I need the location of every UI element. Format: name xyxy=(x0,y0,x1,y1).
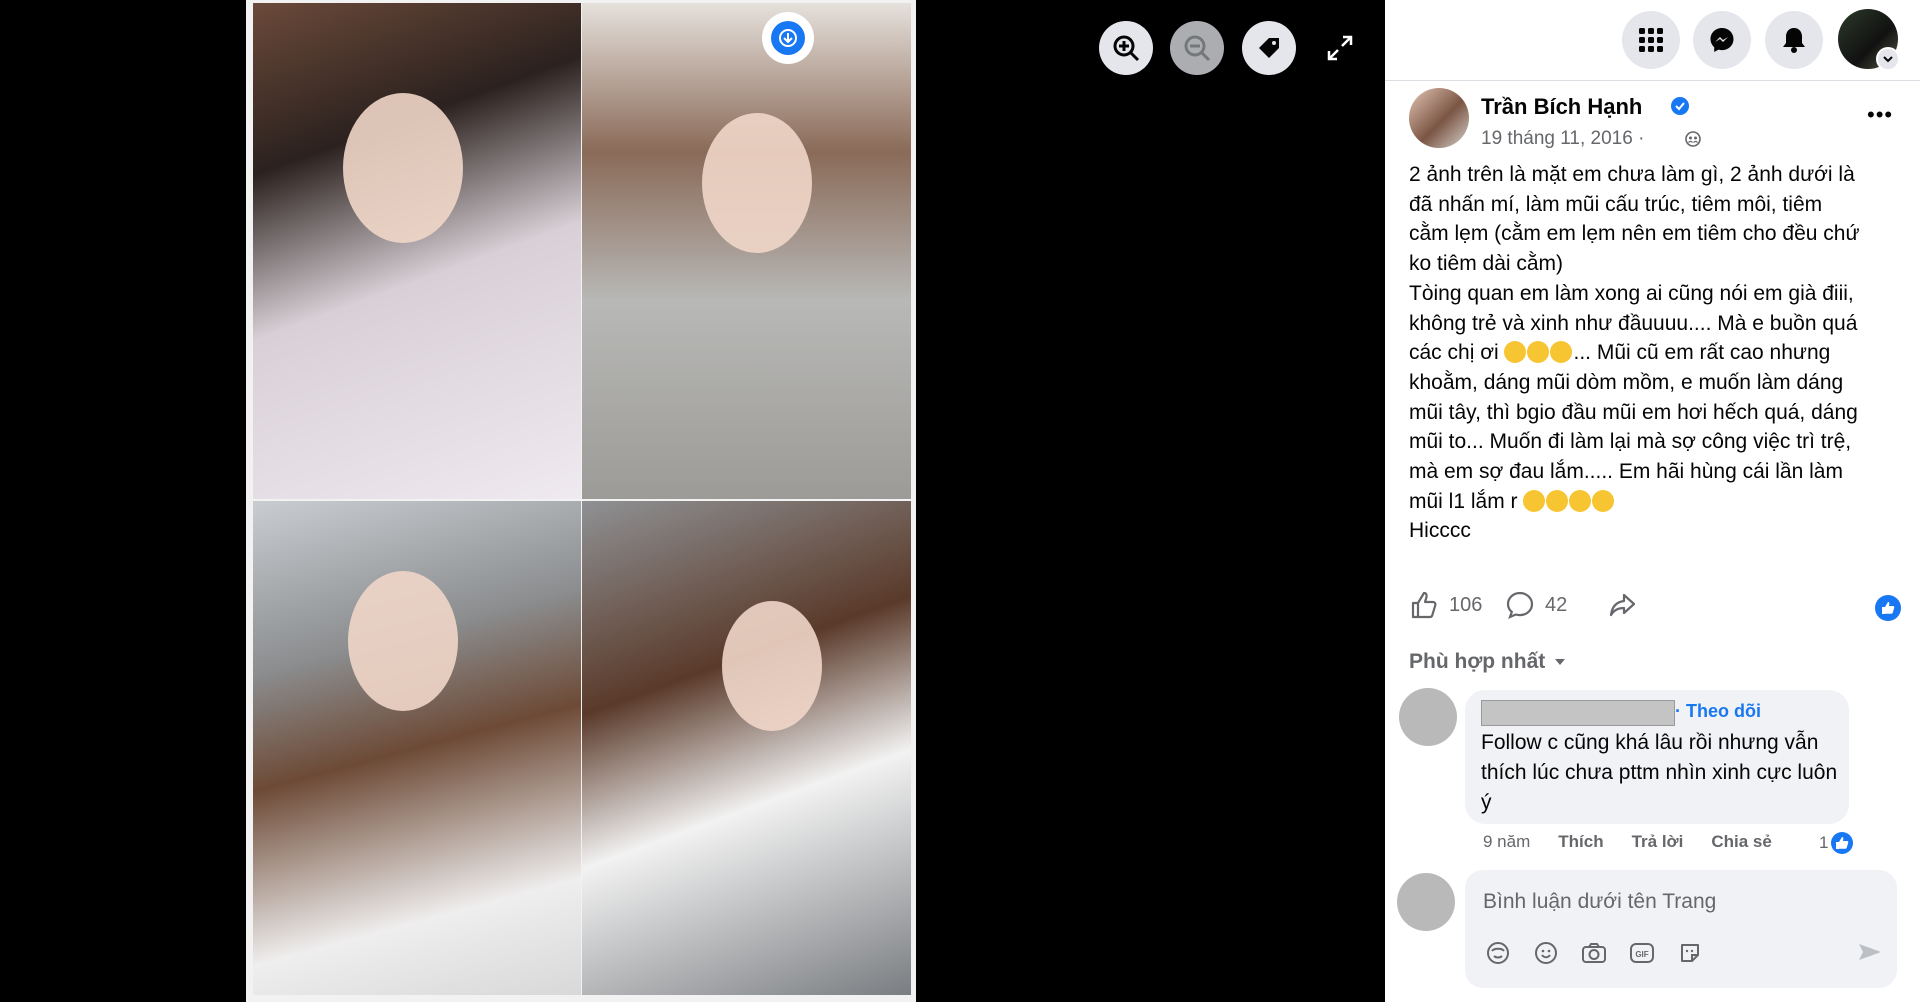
comment-reply-link[interactable]: Trả lời xyxy=(1632,832,1684,852)
post-line: khoằm, dáng mũi dòm mồm, e muốn làm dáng xyxy=(1409,370,1844,394)
post-actions: 106 42 xyxy=(1409,590,1899,630)
author-avatar[interactable] xyxy=(1409,88,1469,148)
comment-bubble: · Theo dõi Follow c cũng khá lâu rồi như… xyxy=(1465,690,1849,824)
comment-reaction-count: 1 xyxy=(1819,833,1829,852)
tag-icon xyxy=(1259,38,1279,58)
download-button[interactable] xyxy=(762,12,814,64)
messenger-button[interactable] xyxy=(1693,11,1751,69)
post-panel: Trần Bích Hạnh 19 tháng 11, 2016 · ••• 2… xyxy=(1385,0,1920,1002)
post-text: 2 ảnh trên là mặt em chưa làm gì, 2 ảnh … xyxy=(1409,160,1899,546)
svg-text:GIF: GIF xyxy=(1635,950,1648,959)
post-header: Trần Bích Hạnh 19 tháng 11, 2016 · ••• xyxy=(1409,88,1909,154)
comment-count: 42 xyxy=(1545,593,1568,616)
like-reaction-icon xyxy=(1831,832,1854,854)
laughing-emoji-icon xyxy=(1527,341,1550,364)
like-button[interactable]: 106 xyxy=(1409,590,1482,620)
camera-icon[interactable] xyxy=(1581,940,1607,966)
download-icon xyxy=(771,21,805,55)
top-bar xyxy=(1385,0,1920,81)
messenger-icon xyxy=(1710,28,1734,52)
comment-reactions[interactable]: 1 xyxy=(1819,831,1854,855)
commenter-avatar[interactable] xyxy=(1399,688,1457,746)
laughing-emoji-icon xyxy=(1550,341,1573,364)
caret-down-icon xyxy=(1555,659,1566,665)
post-line: 2 ảnh trên là mặt em chưa làm gì, 2 ảnh … xyxy=(1409,163,1855,186)
comment-icon xyxy=(1506,591,1534,620)
verified-badge-icon xyxy=(1671,97,1689,115)
like-icon xyxy=(1411,591,1437,619)
post-line: các chị ơi xyxy=(1409,341,1499,365)
comment-button[interactable]: 42 xyxy=(1505,590,1567,620)
menu-button[interactable] xyxy=(1622,11,1680,69)
post-line: đã nhấn mí, làm mũi cấu trúc, tiêm môi, … xyxy=(1409,192,1823,216)
comment-time[interactable]: 9 năm xyxy=(1483,832,1530,852)
zoom-out-icon xyxy=(1184,35,1211,62)
comment-input-box: GIF xyxy=(1465,870,1897,988)
composer-tools: GIF xyxy=(1485,940,1703,966)
author-name[interactable]: Trần Bích Hạnh xyxy=(1481,94,1642,120)
comment-share-link[interactable]: Chia sẻ xyxy=(1711,832,1771,852)
post-line: mũi tây, thì bgio đầu mũi em hơi hếch qu… xyxy=(1409,400,1858,424)
zoom-in-button[interactable] xyxy=(1099,21,1153,75)
post-line: mũi l1 lắm r xyxy=(1409,489,1518,513)
post-line: mà em sợ đau lắm..... Em hãi hùng cái lầ… xyxy=(1409,460,1843,484)
like-count: 106 xyxy=(1449,593,1483,616)
comment-input[interactable] xyxy=(1481,884,1885,920)
post-line: ... Mũi cũ em rất cao nhưng xyxy=(1573,341,1831,365)
gif-icon[interactable]: GIF xyxy=(1629,940,1655,966)
fullscreen-icon xyxy=(1327,35,1353,61)
commenter-name-redacted xyxy=(1481,700,1675,726)
post-line: Tòing quan em làm xong ai cũng nói em gi… xyxy=(1409,281,1854,305)
post-line: không trẻ và xinh như đầuuuu.... Mà e bu… xyxy=(1409,311,1858,335)
crying-emoji-icon xyxy=(1523,489,1546,512)
comment-sort-dropdown[interactable]: Phù hợp nhất xyxy=(1409,650,1567,674)
post-line: mũi to... Muốn đi làm lại mà sợ công việ… xyxy=(1409,430,1852,454)
photo-tile-top-left xyxy=(253,3,581,499)
follow-link[interactable]: · Theo dõi xyxy=(1675,701,1761,722)
post-date[interactable]: 19 tháng 11, 2016 · xyxy=(1481,128,1644,150)
comment-composer: GIF xyxy=(1397,870,1907,998)
sort-label: Phù hợp nhất xyxy=(1409,650,1546,673)
send-icon xyxy=(1859,944,1881,960)
emoji-icon[interactable] xyxy=(1533,940,1559,966)
my-avatar[interactable] xyxy=(1397,873,1455,931)
photo-viewer xyxy=(0,0,1385,1002)
post-line: ko tiêm dài cằm) xyxy=(1409,252,1564,276)
menu-grid-icon xyxy=(1639,28,1663,52)
photo-tile-bottom-right xyxy=(582,501,911,995)
more-options-button[interactable]: ••• xyxy=(1867,102,1893,128)
tired-emoji-icon xyxy=(1592,489,1615,512)
friends-icon xyxy=(1685,131,1701,147)
notifications-button[interactable] xyxy=(1765,11,1823,69)
tired-emoji-icon xyxy=(1569,489,1592,512)
comment-like-link[interactable]: Thích xyxy=(1558,832,1603,852)
crying-emoji-icon xyxy=(1546,489,1569,512)
photo-tile-bottom-left xyxy=(253,501,581,995)
post-line: cằm lẹm (cằm em lẹm nên em tiêm cho đều … xyxy=(1409,222,1860,246)
comment-text: Follow c cũng khá lâu rồi nhưng vẫn thíc… xyxy=(1481,731,1838,814)
like-reaction-icon[interactable] xyxy=(1875,595,1901,621)
comment-meta: 9 năm Thích Trả lời Chia sẻ xyxy=(1483,832,1772,852)
chevron-down-icon xyxy=(1876,47,1900,71)
notifications-icon xyxy=(1783,28,1805,53)
laughing-emoji-icon xyxy=(1504,341,1527,364)
send-button[interactable] xyxy=(1857,940,1883,969)
tag-button[interactable] xyxy=(1242,21,1296,75)
zoom-in-icon xyxy=(1113,35,1140,62)
share-icon xyxy=(1609,593,1636,617)
photo-tile-top-right xyxy=(582,3,911,499)
fullscreen-button[interactable] xyxy=(1322,30,1358,66)
avatar-sticker-icon[interactable] xyxy=(1485,940,1511,966)
zoom-out-button[interactable] xyxy=(1170,21,1224,75)
share-button[interactable] xyxy=(1607,590,1637,620)
post-line: Hicccc xyxy=(1409,519,1471,543)
profile-avatar[interactable] xyxy=(1838,9,1900,71)
sticker-icon[interactable] xyxy=(1677,940,1703,966)
